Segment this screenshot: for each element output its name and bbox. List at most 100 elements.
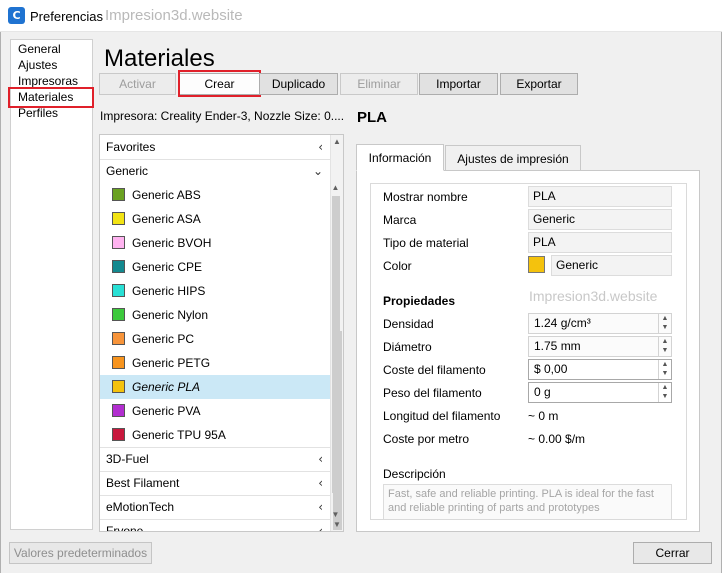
group-fryone[interactable]: Fryone ‹ — [100, 519, 331, 532]
coste-filamento-value: $ 0,00 — [534, 362, 568, 376]
color-swatch — [112, 236, 125, 249]
chevron-left-icon: ‹ — [318, 476, 323, 490]
tab-informacion[interactable]: Información — [356, 144, 444, 171]
coste-filamento-stepper[interactable]: $ 0,00 ▲ ▼ — [528, 359, 672, 380]
importar-button[interactable]: Importar — [419, 73, 498, 95]
material-item[interactable]: Generic BVOH — [100, 231, 331, 255]
color-swatch — [112, 332, 125, 345]
window-title: Preferencias — [30, 9, 103, 24]
material-item[interactable]: Generic PETG — [100, 351, 331, 375]
group-label: Fryone — [106, 524, 144, 532]
sidebar-item-ajustes[interactable]: Ajustes — [18, 58, 57, 72]
group-generic[interactable]: Generic ⌄ — [100, 159, 331, 183]
group-label: Favorites — [106, 140, 156, 154]
chevron-left-icon: ‹ — [318, 140, 323, 154]
stepper-arrows-icon[interactable]: ▲ ▼ — [658, 314, 671, 333]
frame-border-left — [0, 32, 1, 573]
coste-por-metro-label: Coste por metro — [383, 432, 470, 446]
diametro-value: 1.75 mm — [534, 339, 581, 353]
defaults-button[interactable]: Valores predeterminados — [9, 542, 152, 564]
descripcion-field[interactable]: Fast, safe and reliable printing. PLA is… — [383, 484, 672, 519]
material-label: Generic ASA — [132, 212, 201, 226]
material-label: Generic PC — [132, 332, 195, 346]
densidad-label: Densidad — [383, 317, 434, 331]
color-swatch — [112, 404, 125, 417]
title-bar: C Preferencias Impresion3d.website — [0, 0, 722, 32]
material-label: Generic ABS — [132, 188, 201, 202]
material-item[interactable]: Generic TPU 95A — [100, 423, 331, 447]
sidebar-item-impresoras[interactable]: Impresoras — [18, 74, 78, 88]
chevron-left-icon: ‹ — [318, 500, 323, 514]
descripcion-label: Descripción — [383, 467, 446, 481]
coste-por-metro-value: ~ 0.00 $/m — [528, 432, 586, 446]
stepper-arrows-icon[interactable]: ▲ ▼ — [658, 383, 671, 402]
stepper-arrows-icon[interactable]: ▲ ▼ — [658, 337, 671, 356]
coste-filamento-label: Coste del filamento — [383, 363, 486, 377]
longitud-filamento-value: ~ 0 m — [528, 409, 559, 423]
material-label: Generic BVOH — [132, 236, 212, 250]
info-panel: Mostrar nombre PLA Marca Generic Tipo de… — [356, 170, 700, 532]
mostrar-nombre-field[interactable]: PLA — [528, 186, 672, 207]
group-label: Best Filament — [106, 476, 180, 490]
scroll-thumb[interactable] — [332, 196, 340, 493]
color-swatch[interactable] — [528, 256, 545, 273]
eliminar-button[interactable]: Eliminar — [340, 73, 418, 95]
group-label: 3D-Fuel — [106, 452, 149, 466]
color-field[interactable]: Generic — [551, 255, 672, 276]
material-label: Generic Nylon — [132, 308, 209, 322]
densidad-value: 1.24 g/cm³ — [534, 316, 591, 330]
duplicado-button[interactable]: Duplicado — [259, 73, 338, 95]
material-item[interactable]: Generic ASA — [100, 207, 331, 231]
printer-info: Impresora: Creality Ender-3, Nozzle Size… — [100, 109, 345, 123]
material-label: Generic PVA — [132, 404, 201, 418]
sidebar-item-general[interactable]: General — [18, 42, 61, 56]
color-swatch — [112, 188, 125, 201]
material-item[interactable]: Generic HIPS — [100, 279, 331, 303]
material-item[interactable]: Generic PC — [100, 327, 331, 351]
material-label: Generic CPE — [132, 260, 203, 274]
stepper-arrows-icon[interactable]: ▲ ▼ — [658, 360, 671, 379]
peso-filamento-label: Peso del filamento — [383, 386, 482, 400]
info-scrollbar[interactable]: ▲ ▼ — [329, 183, 342, 519]
close-button[interactable]: Cerrar — [633, 542, 712, 564]
group-favorites[interactable]: Favorites ‹ — [100, 135, 331, 159]
marca-label: Marca — [383, 213, 417, 227]
peso-filamento-stepper[interactable]: 0 g ▲ ▼ — [528, 382, 672, 403]
material-item[interactable]: Generic PVA — [100, 399, 331, 423]
material-item-selected[interactable]: Generic PLA — [100, 375, 331, 399]
material-item[interactable]: Generic Nylon — [100, 303, 331, 327]
diametro-stepper[interactable]: 1.75 mm ▲ ▼ — [528, 336, 672, 357]
tab-ajustes-impresion[interactable]: Ajustes de impresión — [445, 145, 581, 171]
activar-button[interactable]: Activar — [99, 73, 176, 95]
group-best-filament[interactable]: Best Filament ‹ — [100, 471, 331, 495]
scroll-down-icon[interactable]: ▼ — [329, 510, 342, 519]
highlight-box-crear — [178, 70, 261, 97]
scroll-down-icon[interactable]: ▼ — [331, 520, 343, 529]
peso-filamento-value: 0 g — [534, 385, 551, 399]
mostrar-nombre-label: Mostrar nombre — [383, 190, 468, 204]
color-swatch — [112, 428, 125, 441]
material-label: Generic PETG — [132, 356, 211, 370]
group-3d-fuel[interactable]: 3D-Fuel ‹ — [100, 447, 331, 471]
group-emotiontech[interactable]: eMotionTech ‹ — [100, 495, 331, 519]
sidebar-item-perfiles[interactable]: Perfiles — [18, 106, 58, 120]
marca-field[interactable]: Generic — [528, 209, 672, 230]
material-item[interactable]: Generic CPE — [100, 255, 331, 279]
scroll-up-icon[interactable]: ▲ — [331, 137, 343, 146]
group-label: eMotionTech — [106, 500, 175, 514]
exportar-button[interactable]: Exportar — [500, 73, 578, 95]
color-swatch — [112, 212, 125, 225]
material-item[interactable]: Generic ABS — [100, 183, 331, 207]
material-label: Generic HIPS — [132, 284, 206, 298]
longitud-filamento-label: Longitud del filamento — [383, 409, 501, 423]
color-swatch — [112, 308, 125, 321]
scroll-up-icon[interactable]: ▲ — [329, 183, 342, 192]
group-label: Generic — [106, 164, 149, 178]
page-title: Materiales — [104, 45, 215, 72]
material-label: Generic PLA — [132, 380, 201, 394]
tipo-material-field[interactable]: PLA — [528, 232, 672, 253]
app-icon: C — [8, 7, 25, 24]
material-label: Generic TPU 95A — [132, 428, 226, 442]
densidad-stepper[interactable]: 1.24 g/cm³ ▲ ▼ — [528, 313, 672, 334]
preferences-sidebar: General Ajustes Impresoras Materiales Pe… — [10, 39, 93, 530]
